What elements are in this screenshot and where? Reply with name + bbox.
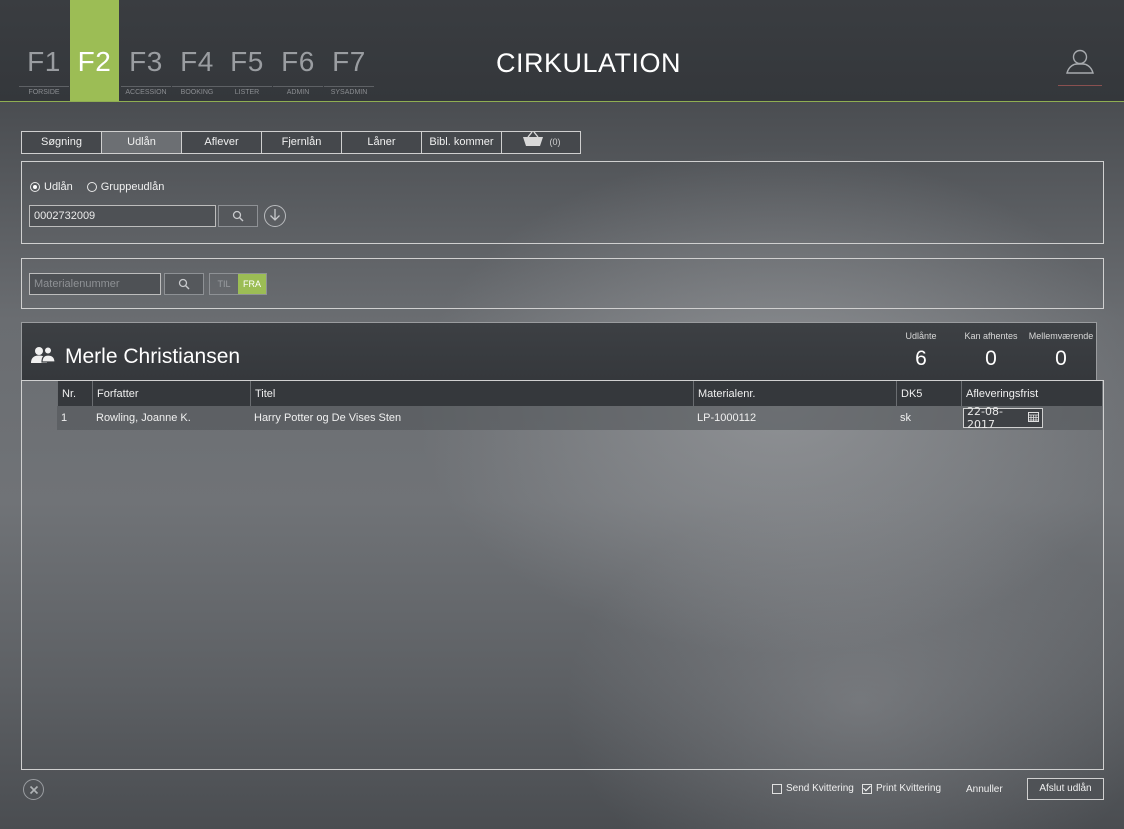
user-icon[interactable]: [1058, 46, 1102, 86]
material-number-input[interactable]: [29, 273, 161, 295]
cancel-button[interactable]: Annuller: [966, 784, 1003, 795]
borrower-lookup-panel: Udlån Gruppeudlån: [21, 161, 1104, 244]
col-dk5[interactable]: DK5: [896, 381, 961, 406]
fkey-f1-key: F1: [27, 46, 61, 77]
cell-nr: 1: [61, 412, 68, 424]
close-button[interactable]: [23, 779, 44, 800]
arrow-down-icon: [269, 207, 281, 226]
col-afleveringsfrist[interactable]: Afleveringsfrist: [961, 381, 1102, 406]
tab-basket[interactable]: (0): [502, 131, 580, 155]
col-forfatter[interactable]: Forfatter: [92, 381, 250, 406]
fkey-f5-label: LISTER: [222, 86, 272, 96]
radio-gruppeudlaan-indicator: [86, 182, 97, 192]
fkey-f4[interactable]: F4 BOOKING: [172, 0, 222, 101]
stat-kan-afhentes-label: Kan afhentes: [964, 331, 1018, 341]
send-receipt-label: Send Kvittering: [786, 783, 854, 794]
radio-udlaan[interactable]: Udlån: [30, 181, 73, 193]
fkey-f4-label: BOOKING: [172, 86, 222, 96]
fkey-f7-key: F7: [332, 46, 366, 77]
stat-udlaante-value: 6: [915, 347, 927, 370]
col-materialenr[interactable]: Materialenr.: [693, 381, 896, 406]
fkey-f6-label: ADMIN: [273, 86, 323, 96]
til-fra-toggle: TIL FRA: [209, 273, 267, 295]
borrower-header: Merle Christiansen Udlånte 6 Kan afhente…: [21, 322, 1097, 380]
cell-title: Harry Potter og De Vises Sten: [254, 412, 402, 424]
fkey-f7[interactable]: F7 SYSADMIN: [324, 0, 374, 101]
fkey-f2[interactable]: F2: [70, 0, 119, 101]
fkey-f6[interactable]: F6 ADMIN: [273, 0, 323, 101]
fkey-f5-key: F5: [230, 46, 264, 77]
tab-bibl-kommer[interactable]: Bibl. kommer: [422, 132, 502, 153]
fkey-f6-key: F6: [281, 46, 315, 77]
search-icon: [232, 207, 244, 226]
col-titel[interactable]: Titel: [250, 381, 693, 406]
print-receipt-box: [862, 783, 872, 794]
tab-soegning[interactable]: Søgning: [22, 132, 102, 153]
radio-udlaan-indicator: [30, 182, 40, 192]
fkey-f2-label: [70, 86, 119, 88]
radio-udlaan-label: Udlån: [44, 181, 73, 193]
loan-type-radio-group: Udlån Gruppeudlån: [30, 181, 164, 193]
fkey-f3[interactable]: F3 ACCESSION: [121, 0, 171, 101]
stat-mellemvaerende-label: Mellemværende: [1028, 331, 1094, 341]
due-date-value: 22-08-2017: [967, 405, 1003, 431]
group-users-icon: [31, 346, 57, 368]
toggle-til[interactable]: TIL: [210, 274, 238, 294]
fkey-f1-label: FORSIDE: [19, 86, 69, 96]
cell-due-date: 22-08-2017: [961, 405, 1102, 431]
borrower-number-input[interactable]: [29, 205, 216, 227]
due-date-field[interactable]: 22-08-2017: [963, 405, 1043, 431]
fkey-f3-label: ACCESSION: [121, 86, 171, 96]
fkey-f1[interactable]: F1 FORSIDE: [19, 0, 69, 101]
radio-gruppeudlaan[interactable]: Gruppeudlån: [86, 181, 165, 193]
print-receipt-checkbox[interactable]: Print Kvittering: [862, 783, 941, 794]
fkey-f3-key: F3: [129, 46, 163, 77]
page-title: CIRKULATION: [496, 48, 682, 78]
tab-aflever[interactable]: Aflever: [182, 132, 262, 153]
table-header: Nr. Forfatter Titel Materialenr. DK5 Afl…: [57, 381, 1102, 406]
stat-kan-afhentes-value: 0: [985, 347, 997, 370]
fkey-f7-label: SYSADMIN: [324, 86, 374, 96]
send-receipt-box: [772, 783, 782, 794]
material-search-button[interactable]: [164, 273, 204, 295]
stat-udlaante: Udlånte 6: [886, 331, 956, 371]
tab-udlaan[interactable]: Udlån: [102, 132, 182, 153]
fkey-f4-key: F4: [180, 46, 214, 77]
material-lookup-panel: TIL FRA: [21, 258, 1104, 309]
tab-laaner[interactable]: Låner: [342, 132, 422, 153]
stat-mellemvaerende-value: 0: [1055, 347, 1067, 370]
table-row[interactable]: 1 Rowling, Joanne K. Harry Potter og De …: [57, 405, 1102, 431]
col-nr[interactable]: Nr.: [57, 381, 92, 406]
search-icon: [178, 275, 190, 294]
finish-loan-button[interactable]: Afslut udlån: [1027, 778, 1104, 800]
stat-kan-afhentes: Kan afhentes 0: [956, 331, 1026, 371]
circulation-tabs: Søgning Udlån Aflever Fjernlån Låner Bib…: [21, 131, 581, 154]
top-bar: F1 FORSIDE F2 F3 ACCESSION F4 BOOKING F5…: [0, 0, 1124, 102]
stat-mellemvaerende: Mellemværende 0: [1026, 331, 1096, 371]
stat-udlaante-label: Udlånte: [905, 331, 937, 341]
fkey-f2-key: F2: [77, 46, 112, 77]
calendar-icon[interactable]: [1028, 411, 1039, 425]
print-receipt-label: Print Kvittering: [876, 783, 942, 794]
close-icon: [29, 780, 39, 799]
basket-count: (0): [549, 137, 561, 147]
download-button[interactable]: [264, 205, 286, 227]
fkey-f5[interactable]: F5 LISTER: [222, 0, 272, 101]
tab-fjernlaan[interactable]: Fjernlån: [262, 132, 342, 153]
cell-dk5: sk: [900, 412, 911, 424]
cell-author: Rowling, Joanne K.: [96, 412, 191, 424]
radio-gruppeudlaan-label: Gruppeudlån: [100, 181, 165, 193]
borrower-search-button[interactable]: [218, 205, 258, 227]
cell-material: LP-1000112: [697, 412, 757, 424]
basket-icon: [522, 131, 544, 155]
loan-table: Nr. Forfatter Titel Materialenr. DK5 Afl…: [21, 380, 1104, 770]
toggle-fra[interactable]: FRA: [238, 274, 266, 294]
send-receipt-checkbox[interactable]: Send Kvittering: [772, 783, 854, 794]
borrower-name: Merle Christiansen: [65, 345, 241, 368]
